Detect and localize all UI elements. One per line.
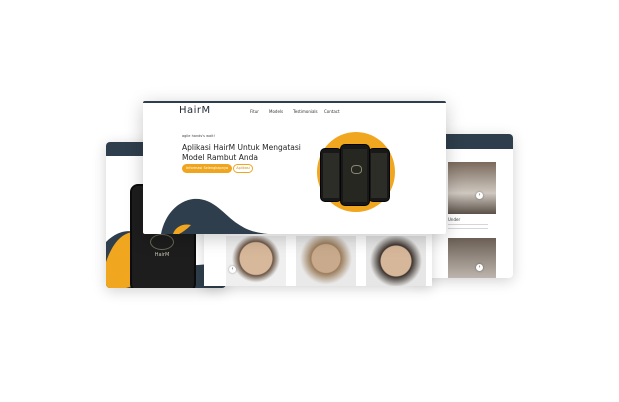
chevron-left-icon[interactable]: ‹ xyxy=(229,266,236,273)
chevron-right-icon[interactable]: › xyxy=(476,264,483,271)
haircut-photo xyxy=(448,162,496,214)
phone-mockup-center xyxy=(340,144,370,206)
more-info-button[interactable]: Informasi Selengkapnya xyxy=(182,164,233,173)
nav-link-contact[interactable]: Contact xyxy=(324,109,340,114)
nav-link-fitur[interactable]: Fitur xyxy=(250,109,259,114)
header-accent-line xyxy=(143,101,446,103)
hero-wave-art xyxy=(161,198,268,234)
hero-headline: Aplikasi HairM Untuk Mengatasi Model Ram… xyxy=(182,143,301,162)
phone-mockup xyxy=(320,148,342,202)
hairm-emblem-icon xyxy=(351,165,362,174)
haircut-photo xyxy=(296,236,356,286)
gallery-card: ‹ xyxy=(204,226,432,286)
app-button[interactable]: Aplikasi xyxy=(233,164,253,173)
chevron-right-icon[interactable]: › xyxy=(476,192,483,199)
hero-eyebrow: agile hands's wait! xyxy=(182,134,215,138)
divider xyxy=(448,228,488,229)
nav-link-models[interactable]: Models xyxy=(269,109,283,114)
haircut-photo xyxy=(366,236,426,286)
right-card-caption: Under xyxy=(448,217,461,222)
haircut-photo xyxy=(226,236,286,286)
phone-mockup xyxy=(368,148,390,202)
brand-logo[interactable]: HairM xyxy=(179,105,211,116)
landing-page-card: HairM Fitur Models Testimonials Contact … xyxy=(143,101,446,234)
left-phone-brand: HairM xyxy=(154,252,170,258)
nav-link-testimonials[interactable]: Testimonials xyxy=(293,109,318,114)
divider xyxy=(448,224,488,225)
haircut-photo xyxy=(448,238,496,278)
hairm-emblem-icon xyxy=(150,234,174,250)
